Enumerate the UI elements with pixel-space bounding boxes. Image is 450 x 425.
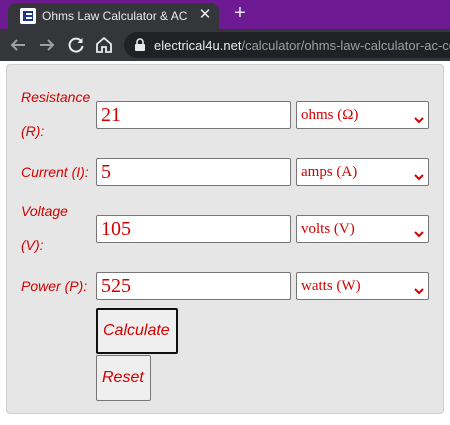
resistance-unit-select[interactable]: ohms (Ω) — [296, 101, 429, 129]
tab-close-icon[interactable]: ✕ — [196, 6, 214, 24]
browser-toolbar: electrical4u.net/calculator/ohms-law-cal… — [0, 29, 450, 61]
url-host: electrical4u.net — [154, 38, 242, 53]
new-tab-icon[interactable]: + — [230, 2, 250, 24]
power-unit-value: watts (W) — [301, 278, 361, 294]
chevron-down-icon — [414, 112, 424, 129]
back-arrow-icon[interactable] — [6, 33, 30, 57]
page-content: Resistance (R): ohms (Ω) Current (I): am… — [0, 61, 450, 425]
url-text: electrical4u.net/calculator/ohms-law-cal… — [154, 38, 450, 53]
tab-title: Ohms Law Calculator & AC Comp — [42, 9, 188, 23]
resistance-label: Resistance — [21, 89, 91, 105]
power-label: Power (P): — [21, 278, 88, 294]
current-label: Current (I): — [21, 164, 89, 180]
reload-icon[interactable] — [64, 33, 88, 57]
chevron-down-icon — [414, 226, 424, 243]
voltage-label: Voltage — [21, 203, 68, 219]
home-icon[interactable] — [92, 33, 116, 57]
address-bar[interactable]: electrical4u.net/calculator/ohms-law-cal… — [124, 32, 450, 58]
resistance-input[interactable] — [96, 101, 291, 129]
current-unit-value: amps (A) — [301, 164, 358, 180]
forward-arrow-icon[interactable] — [35, 33, 59, 57]
lock-icon[interactable] — [134, 38, 146, 57]
resistance-label-symbol: (R): — [21, 123, 45, 139]
resistance-unit-value: ohms (Ω) — [301, 107, 359, 123]
url-path: /calculator/ohms-law-calculator-ac-cor — [241, 38, 450, 53]
voltage-label-symbol: (V): — [21, 237, 44, 253]
power-unit-select[interactable]: watts (W) — [296, 272, 429, 300]
chevron-down-icon — [414, 283, 424, 300]
tab-strip: Ohms Law Calculator & AC Comp ✕ + — [0, 0, 450, 29]
power-input[interactable] — [96, 272, 291, 300]
voltage-input[interactable] — [96, 215, 291, 243]
calculate-button[interactable]: Calculate — [96, 308, 178, 354]
voltage-unit-select[interactable]: volts (V) — [296, 215, 429, 243]
voltage-unit-value: volts (V) — [301, 221, 355, 237]
active-tab[interactable]: Ohms Law Calculator & AC Comp ✕ — [8, 3, 219, 29]
site-favicon-icon — [20, 8, 36, 24]
reset-button[interactable]: Reset — [96, 355, 151, 401]
current-unit-select[interactable]: amps (A) — [296, 158, 429, 186]
chevron-down-icon — [414, 169, 424, 186]
calculator-panel: Resistance (R): ohms (Ω) Current (I): am… — [6, 64, 444, 414]
current-input[interactable] — [96, 158, 291, 186]
